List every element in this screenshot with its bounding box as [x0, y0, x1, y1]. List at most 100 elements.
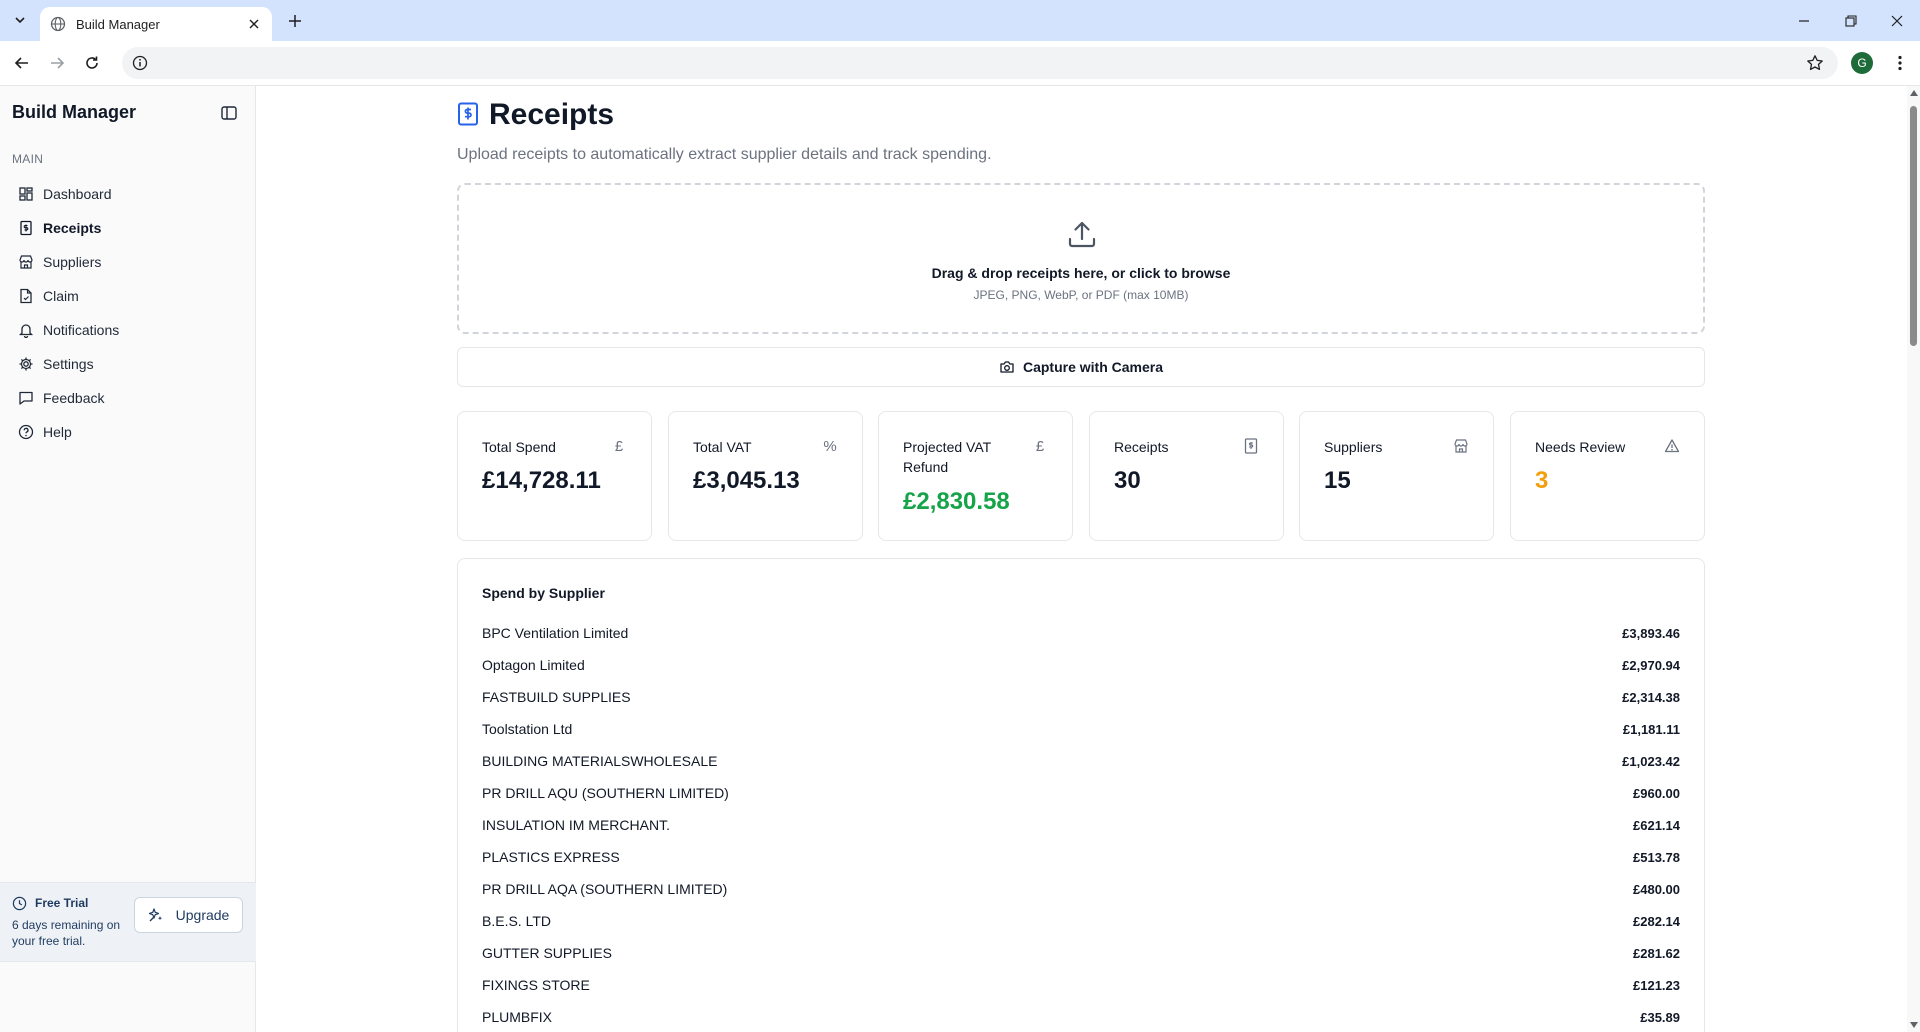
receipt-icon	[18, 220, 34, 236]
close-tab-icon[interactable]	[246, 16, 262, 32]
supplier-row: GUTTER SUPPLIES £281.62	[482, 937, 1680, 969]
page-scrollbar[interactable]	[1907, 86, 1920, 1032]
supplier-row: FASTBUILD SUPPLIES £2,314.38	[482, 681, 1680, 713]
restore-icon[interactable]	[1828, 0, 1874, 41]
upgrade-label: Upgrade	[175, 907, 230, 923]
sidebar-item-notifications[interactable]: Notifications	[12, 313, 244, 347]
tab-search-chevron-icon[interactable]	[8, 8, 32, 32]
sidebar-item-label: Settings	[43, 356, 94, 372]
scrollbar-thumb[interactable]	[1910, 106, 1917, 346]
supplier-row: PR DRILL AQU (SOUTHERN LIMITED) £960.00	[482, 777, 1680, 809]
stat-card-total-spend: Total Spend £ £14,728.11	[457, 411, 652, 541]
supplier-name: FASTBUILD SUPPLIES	[482, 689, 631, 705]
sidebar: Build Manager MAIN Dashboard Receipts Su…	[0, 86, 256, 1032]
stat-label: Total Spend	[482, 439, 556, 455]
stat-card-suppliers: Suppliers 15	[1299, 411, 1494, 541]
supplier-name: BPC Ventilation Limited	[482, 625, 629, 641]
sidebar-item-suppliers[interactable]: Suppliers	[12, 245, 244, 279]
pound-icon: £	[1035, 437, 1045, 455]
new-tab-plus-icon[interactable]	[283, 9, 307, 33]
browser-menu-icon[interactable]	[1890, 51, 1910, 75]
back-arrow-icon[interactable]	[10, 51, 34, 75]
upgrade-button[interactable]: Upgrade	[134, 897, 243, 933]
supplier-name: PLUMBFIX	[482, 1009, 553, 1025]
bookmark-star-icon[interactable]	[1806, 54, 1824, 72]
sparkles-icon	[148, 907, 164, 923]
sidebar-item-label: Feedback	[43, 390, 105, 406]
warning-icon	[1664, 438, 1680, 454]
message-icon	[18, 390, 34, 406]
stat-label: Projected VAT Refund	[903, 439, 991, 475]
receipt-icon	[457, 102, 479, 126]
sidebar-item-label: Claim	[43, 288, 79, 304]
sidebar-item-label: Dashboard	[43, 186, 112, 202]
sidebar-item-receipts[interactable]: Receipts	[12, 211, 244, 245]
globe-icon	[50, 16, 66, 32]
profile-avatar[interactable]: G	[1851, 52, 1873, 74]
stats-row: Total Spend £ £14,728.11 Total VAT % £3,…	[457, 411, 1705, 541]
reload-icon[interactable]	[80, 51, 104, 75]
percent-icon: %	[823, 437, 837, 455]
stat-card-projected-vat-refund: Projected VAT Refund £ £2,830.58	[878, 411, 1073, 541]
supplier-row: FIXINGS STORE £121.23	[482, 969, 1680, 1001]
supplier-row: PLUMBFIX £35.89	[482, 1001, 1680, 1032]
supplier-name: Toolstation Ltd	[482, 721, 573, 737]
pound-icon: £	[614, 437, 624, 455]
sidebar-item-settings[interactable]: Settings	[12, 347, 244, 381]
stat-card-receipts: Receipts 30	[1089, 411, 1284, 541]
close-window-icon[interactable]	[1874, 0, 1920, 41]
gear-icon	[18, 356, 34, 372]
browser-toolbar: G	[0, 41, 1920, 86]
sidebar-item-label: Help	[43, 424, 72, 440]
bell-icon	[18, 322, 34, 338]
dashboard-icon	[18, 186, 34, 202]
supplier-row: PLASTICS EXPRESS £513.78	[482, 841, 1680, 873]
supplier-list: BPC Ventilation Limited £3,893.46 Optagon …	[482, 617, 1680, 1032]
supplier-row: BPC Ventilation Limited £3,893.46	[482, 617, 1680, 649]
supplier-amount: £282.14	[1633, 913, 1680, 929]
site-info-icon[interactable]	[132, 55, 148, 71]
supplier-amount: £621.14	[1633, 817, 1680, 833]
dropzone-hint: JPEG, PNG, WebP, or PDF (max 10MB)	[973, 288, 1189, 302]
stat-label: Needs Review	[1535, 439, 1626, 455]
supplier-name: B.E.S. LTD	[482, 913, 551, 929]
sidebar-item-help[interactable]: Help	[12, 415, 244, 449]
receipt-dropzone[interactable]: Drag & drop receipts here, or click to b…	[457, 183, 1705, 334]
supplier-row: B.E.S. LTD £282.14	[482, 905, 1680, 937]
supplier-row: PR DRILL AQA (SOUTHERN LIMITED) £480.00	[482, 873, 1680, 905]
address-bar[interactable]	[122, 47, 1838, 79]
stat-label: Suppliers	[1324, 439, 1383, 455]
browser-tab[interactable]: Build Manager	[40, 7, 272, 41]
sidebar-item-claim[interactable]: Claim	[12, 279, 244, 313]
card-title: Spend by Supplier	[482, 585, 605, 601]
supplier-row: INSULATION IM MERCHANT. £621.14	[482, 809, 1680, 841]
supplier-amount: £513.78	[1633, 849, 1680, 865]
scroll-up-arrow-icon[interactable]	[1910, 90, 1918, 96]
trial-text: 6 days remaining on your free trial.	[12, 918, 121, 948]
supplier-amount: £2,970.94	[1622, 657, 1680, 673]
main-content: Receipts Upload receipts to automaticall…	[257, 86, 1907, 1032]
supplier-amount: £2,314.38	[1622, 689, 1680, 705]
stat-value: 30	[1114, 467, 1141, 494]
trial-title: Free Trial	[35, 896, 89, 910]
capture-camera-button[interactable]: Capture with Camera	[457, 347, 1705, 387]
supplier-row: BUILDING MATERIALSWHOLESALE £1,023.42	[482, 745, 1680, 777]
forward-arrow-icon[interactable]	[45, 51, 69, 75]
supplier-amount: £960.00	[1633, 785, 1680, 801]
supplier-name: FIXINGS STORE	[482, 977, 590, 993]
help-icon	[18, 424, 34, 440]
tab-title: Build Manager	[76, 16, 160, 32]
supplier-amount: £35.89	[1640, 1009, 1680, 1025]
minimize-icon[interactable]	[1781, 0, 1827, 41]
sidebar-item-feedback[interactable]: Feedback	[12, 381, 244, 415]
supplier-name: PLASTICS EXPRESS	[482, 849, 620, 865]
sidebar-item-label: Notifications	[43, 322, 120, 338]
sidebar-item-dashboard[interactable]: Dashboard	[12, 177, 244, 211]
sidebar-toggle-icon[interactable]	[220, 104, 238, 122]
supplier-name: PR DRILL AQA (SOUTHERN LIMITED)	[482, 881, 728, 897]
upload-icon	[1067, 219, 1097, 249]
sidebar-item-label: Suppliers	[43, 254, 102, 270]
scroll-down-arrow-icon[interactable]	[1910, 1022, 1918, 1028]
supplier-amount: £3,893.46	[1622, 625, 1680, 641]
stat-value: £2,830.58	[903, 488, 1010, 515]
